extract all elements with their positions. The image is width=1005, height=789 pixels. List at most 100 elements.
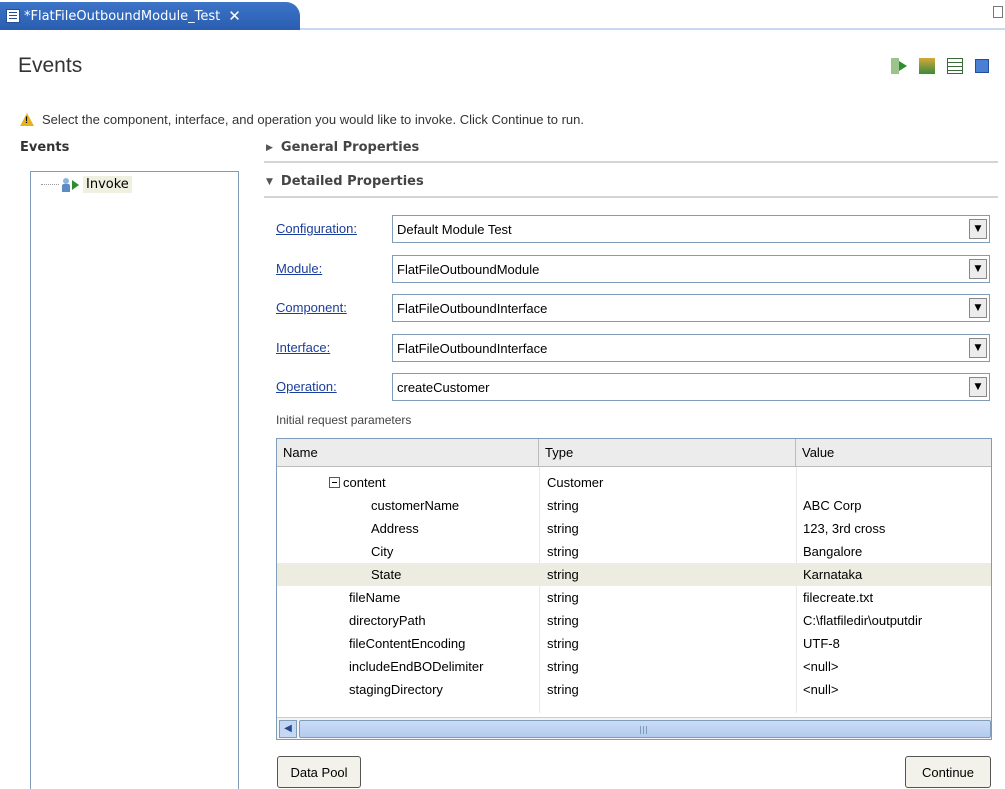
interface-value: FlatFileOutboundInterface bbox=[397, 341, 548, 356]
divider bbox=[264, 161, 998, 163]
table-row[interactable]: includeEndBODelimiter string <null> bbox=[277, 655, 991, 678]
events-tree: Invoke bbox=[30, 171, 239, 789]
param-name: State bbox=[371, 567, 402, 582]
param-name: customerName bbox=[371, 498, 460, 513]
table-row[interactable]: directoryPath string C:\flatfiledir\outp… bbox=[277, 609, 991, 632]
chevron-down-icon[interactable]: ▼ bbox=[969, 338, 987, 358]
chevron-down-icon[interactable]: ▼ bbox=[969, 259, 987, 279]
editor-tab-bar: *FlatFileOutboundModule_Test ✕ bbox=[0, 0, 1005, 30]
column-header-type[interactable]: Type bbox=[539, 439, 796, 467]
add-test-icon[interactable] bbox=[919, 58, 935, 74]
param-type: string bbox=[547, 544, 579, 559]
component-value: FlatFileOutboundInterface bbox=[397, 301, 548, 316]
chevron-down-icon[interactable]: ▼ bbox=[969, 298, 987, 318]
events-panel-label: Events bbox=[20, 140, 70, 155]
table-row-selected[interactable]: State string Karnataka bbox=[277, 563, 991, 586]
param-type: string bbox=[547, 567, 579, 582]
configuration-value: Default Module Test bbox=[397, 222, 512, 237]
configuration-select[interactable]: Default Module Test ▼ bbox=[392, 215, 990, 243]
section-detailed-properties[interactable]: ▼ Detailed Properties bbox=[266, 174, 424, 189]
component-select[interactable]: FlatFileOutboundInterface ▼ bbox=[392, 294, 990, 322]
params-table: Name Type Value content Customer custome… bbox=[276, 438, 992, 740]
table-row[interactable]: fileContentEncoding string UTF-8 bbox=[277, 632, 991, 655]
module-select[interactable]: FlatFileOutboundModule ▼ bbox=[392, 255, 990, 283]
collapse-icon[interactable] bbox=[329, 477, 340, 488]
table-row[interactable]: customerName string ABC Corp bbox=[277, 494, 991, 517]
divider bbox=[264, 196, 998, 198]
component-row: Component: FlatFileOutboundInterface ▼ bbox=[276, 294, 990, 322]
tree-item-label: Invoke bbox=[83, 176, 132, 193]
warning-icon bbox=[20, 113, 34, 126]
operation-value: createCustomer bbox=[397, 380, 490, 395]
table-row[interactable]: City string Bangalore bbox=[277, 540, 991, 563]
interface-link[interactable]: Interface: bbox=[276, 340, 330, 355]
data-pool-button[interactable]: Data Pool bbox=[277, 756, 361, 788]
param-name: Address bbox=[371, 521, 419, 536]
param-value[interactable]: C:\flatfiledir\outputdir bbox=[803, 613, 922, 628]
horizontal-scrollbar[interactable]: ◀ bbox=[277, 717, 991, 739]
person-icon bbox=[61, 177, 71, 192]
param-value[interactable]: UTF-8 bbox=[803, 636, 840, 651]
module-value: FlatFileOutboundModule bbox=[397, 262, 540, 277]
hint-text: Select the component, interface, and ope… bbox=[42, 112, 584, 127]
close-icon[interactable]: ✕ bbox=[228, 7, 241, 25]
section-general-properties[interactable]: ▶ General Properties bbox=[266, 140, 419, 155]
table-header: Name Type Value bbox=[277, 439, 991, 467]
param-value[interactable]: ABC Corp bbox=[803, 498, 862, 513]
param-value[interactable]: <null> bbox=[803, 682, 838, 697]
scroll-left-icon[interactable]: ◀ bbox=[279, 720, 297, 738]
param-value[interactable]: 123, 3rd cross bbox=[803, 521, 885, 536]
interface-row: Interface: FlatFileOutboundInterface ▼ bbox=[276, 334, 990, 362]
param-value[interactable]: <null> bbox=[803, 659, 838, 674]
table-row[interactable]: Address string 123, 3rd cross bbox=[277, 517, 991, 540]
param-name: content bbox=[343, 475, 386, 490]
operation-select[interactable]: createCustomer ▼ bbox=[392, 373, 990, 401]
param-name: fileName bbox=[349, 590, 401, 605]
param-type: string bbox=[547, 613, 579, 628]
continue-button[interactable]: Continue bbox=[905, 756, 991, 788]
component-link[interactable]: Component: bbox=[276, 300, 347, 315]
param-name: stagingDirectory bbox=[349, 682, 443, 697]
table-row[interactable]: fileName string filecreate.txt bbox=[277, 586, 991, 609]
column-header-value[interactable]: Value bbox=[796, 439, 991, 467]
column-header-name[interactable]: Name bbox=[277, 439, 539, 467]
param-name: City bbox=[371, 544, 394, 559]
param-type: string bbox=[547, 521, 579, 536]
configuration-link[interactable]: Configuration: bbox=[276, 221, 357, 236]
operation-row: Operation: createCustomer ▼ bbox=[276, 373, 990, 401]
param-name: includeEndBODelimiter bbox=[349, 659, 484, 674]
configuration-row: Configuration: Default Module Test ▼ bbox=[276, 215, 990, 243]
param-value[interactable]: filecreate.txt bbox=[803, 590, 873, 605]
stop-icon[interactable] bbox=[975, 59, 989, 73]
page-title: Events bbox=[18, 54, 83, 77]
chevron-down-icon: ▼ bbox=[266, 176, 273, 187]
chevron-down-icon[interactable]: ▼ bbox=[969, 219, 987, 239]
param-type: string bbox=[547, 636, 579, 651]
tree-item-invoke[interactable]: Invoke bbox=[41, 176, 132, 193]
editor-tab[interactable]: *FlatFileOutboundModule_Test ✕ bbox=[0, 2, 300, 30]
tree-connector bbox=[41, 184, 59, 185]
chevron-down-icon[interactable]: ▼ bbox=[969, 377, 987, 397]
table-row[interactable]: content Customer bbox=[277, 471, 991, 494]
editor-tab-title: *FlatFileOutboundModule_Test bbox=[24, 8, 221, 24]
param-type: Customer bbox=[547, 475, 604, 490]
maximize-icon[interactable] bbox=[993, 6, 1003, 18]
param-type: string bbox=[547, 682, 579, 697]
test-file-icon bbox=[6, 9, 20, 23]
param-name: directoryPath bbox=[349, 613, 426, 628]
hint-message: Select the component, interface, and ope… bbox=[20, 112, 584, 127]
table-icon[interactable] bbox=[947, 58, 963, 74]
param-name: fileContentEncoding bbox=[349, 636, 466, 651]
chevron-right-icon: ▶ bbox=[266, 142, 273, 153]
param-value[interactable]: Karnataka bbox=[803, 567, 862, 582]
param-type: string bbox=[547, 498, 579, 513]
param-value[interactable]: Bangalore bbox=[803, 544, 862, 559]
run-test-icon[interactable] bbox=[891, 58, 907, 74]
interface-select[interactable]: FlatFileOutboundInterface ▼ bbox=[392, 334, 990, 362]
module-row: Module: FlatFileOutboundModule ▼ bbox=[276, 255, 990, 283]
operation-link[interactable]: Operation: bbox=[276, 379, 337, 394]
param-type: string bbox=[547, 590, 579, 605]
scrollbar-thumb[interactable] bbox=[299, 720, 991, 738]
table-row[interactable]: stagingDirectory string <null> bbox=[277, 678, 991, 701]
module-link[interactable]: Module: bbox=[276, 261, 322, 276]
